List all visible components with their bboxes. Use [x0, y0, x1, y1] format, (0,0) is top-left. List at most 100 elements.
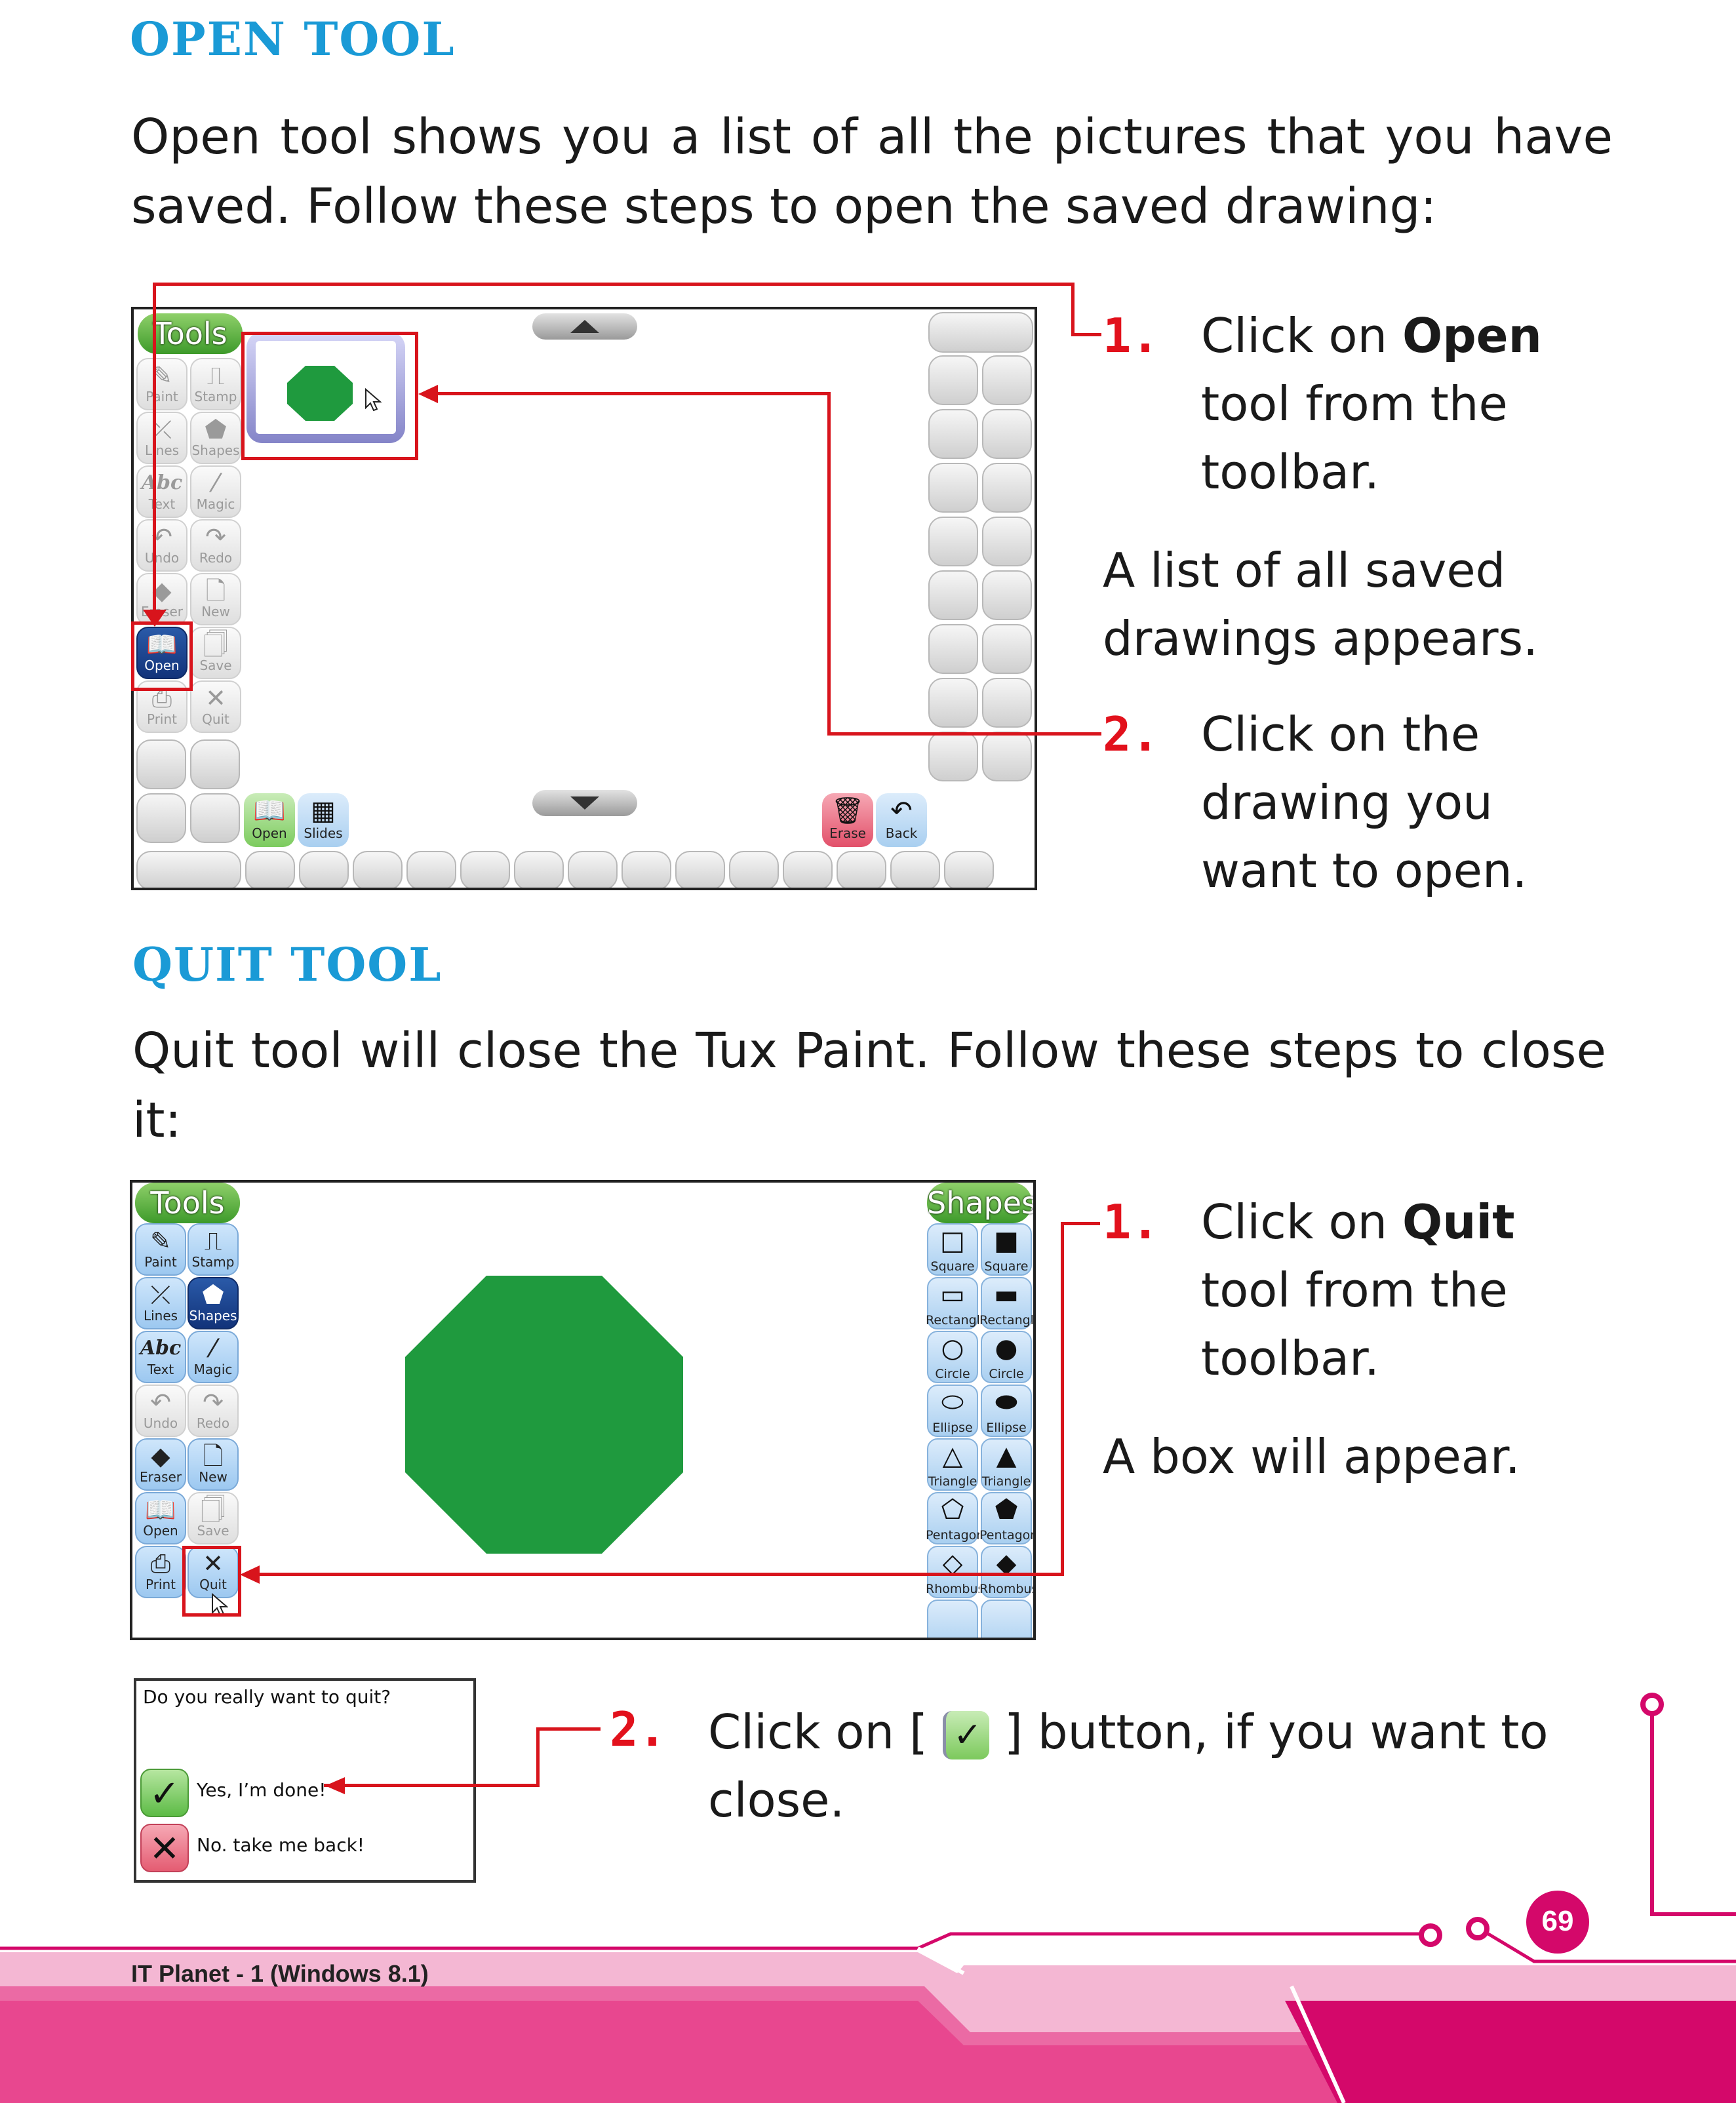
- shape-button-square[interactable]: □ Square: [927, 1223, 978, 1276]
- empty-slot: [928, 570, 978, 620]
- quit-tool-undo[interactable]: ↶ Undo: [135, 1385, 186, 1437]
- shape-label: Triangle: [981, 1475, 1031, 1488]
- shape-button-triangle[interactable]: △ Triangle: [927, 1438, 978, 1491]
- erase-button[interactable]: 🗑 Erase: [822, 793, 873, 847]
- shape-button-pentagon[interactable]: ⬟ Pentagon: [979, 1492, 1033, 1544]
- circle-icon: ●: [995, 1333, 1018, 1364]
- open-tool-stamp[interactable]: ⎍ Stamp: [190, 358, 241, 410]
- shape-button-partial[interactable]: [981, 1600, 1032, 1638]
- text-icon: Abc: [141, 471, 183, 494]
- open-tool-label: Undo: [144, 550, 180, 566]
- quit-tool-shapes[interactable]: ⬟ Shapes: [187, 1277, 239, 1329]
- open-button[interactable]: 📖 Open: [244, 793, 295, 847]
- shape-label: Rhombus: [926, 1582, 979, 1596]
- empty-slot: [928, 312, 1033, 353]
- ellipse-icon: ⬬: [995, 1387, 1018, 1417]
- quit-intro-line-2: it:: [132, 1092, 182, 1149]
- shape-button-partial[interactable]: [927, 1600, 978, 1638]
- open-tool-lines[interactable]: ⤫ Lines: [136, 412, 187, 464]
- empty-slot: [982, 355, 1032, 405]
- open-tool-redo[interactable]: ↷ Redo: [190, 519, 241, 572]
- quit-tool-label: Stamp: [191, 1254, 235, 1270]
- scroll-down-arrow[interactable]: [532, 790, 637, 816]
- quit-tool-open[interactable]: 📖 Open: [135, 1492, 186, 1544]
- shape-button-rectangle[interactable]: ▭ Rectangle: [926, 1277, 979, 1329]
- shape-button-square[interactable]: ■ Square: [981, 1223, 1032, 1276]
- open-tool-label: Quit: [202, 711, 229, 727]
- shape-label: Circle: [935, 1367, 970, 1381]
- quit-tool-new[interactable]: 🗋 New: [187, 1438, 239, 1491]
- button-label: Back: [885, 825, 918, 841]
- empty-slot: [928, 409, 978, 459]
- back-button[interactable]: ↶ Back: [876, 793, 927, 847]
- open-tool-label: Print: [146, 711, 177, 727]
- empty-slot: [982, 732, 1032, 781]
- open-tool-save[interactable]: 🗍 Save: [190, 627, 241, 679]
- circle-icon: ○: [941, 1333, 964, 1364]
- open-tool-label: Shapes: [191, 442, 240, 458]
- quit-screenshot: Tools ✎ Paint ⎍ Stamp ⤫ Lines ⬟ Shapes Abc Text ⁄ M…: [130, 1180, 1036, 1640]
- shape-button-ellipse[interactable]: ⬬ Ellipse: [981, 1385, 1032, 1437]
- quit-tool-save[interactable]: 🗍 Save: [187, 1492, 239, 1544]
- open-note-line2: drawings appears.: [1103, 611, 1538, 666]
- shape-button-ellipse[interactable]: ⬭ Ellipse: [927, 1385, 978, 1437]
- shape-button-rectangle[interactable]: ▬ Rectangle: [979, 1277, 1033, 1329]
- empty-slot: [837, 851, 886, 888]
- save-icon: 🗍: [201, 1495, 226, 1524]
- open-step2-number: 2.: [1103, 707, 1160, 762]
- quit-tool-label: Save: [197, 1523, 229, 1539]
- quit-tool-label: Text: [147, 1362, 174, 1377]
- shape-button-pentagon[interactable]: ⬠ Pentagon: [926, 1492, 979, 1544]
- shape-button-circle[interactable]: ● Circle: [981, 1331, 1032, 1383]
- magic-wand-icon: ⁄: [210, 1334, 216, 1363]
- open-tool-text[interactable]: Abc Text: [136, 465, 187, 518]
- open-step1-line3: toolbar.: [1201, 444, 1380, 500]
- shape-button-triangle[interactable]: ▲ Triangle: [981, 1438, 1032, 1491]
- brush-icon: ✎: [151, 361, 172, 390]
- shape-button-rhombus[interactable]: ◇ Rhombus: [926, 1546, 979, 1598]
- empty-slot: [928, 732, 978, 781]
- quit-tool-stamp[interactable]: ⎍ Stamp: [187, 1223, 239, 1276]
- open-tool-undo[interactable]: ↶ Undo: [136, 519, 187, 572]
- quit-tool-lines[interactable]: ⤫ Lines: [135, 1277, 186, 1329]
- magic-wand-icon: ⁄: [213, 469, 218, 498]
- eraser-icon: ◆: [151, 1442, 170, 1470]
- shape-label: Rectangle: [926, 1314, 979, 1327]
- open-tool-paint[interactable]: ✎ Paint: [136, 358, 187, 410]
- empty-slot: [982, 409, 1032, 459]
- pentagon-icon: ⬟: [995, 1495, 1018, 1525]
- shape-button-circle[interactable]: ○ Circle: [927, 1331, 978, 1383]
- quit-tool-redo[interactable]: ↷ Redo: [187, 1385, 239, 1437]
- open-tool-label: Save: [199, 658, 232, 673]
- quit-tool-label: Redo: [196, 1415, 230, 1431]
- open-tool-label: Lines: [144, 442, 180, 458]
- canvas-octagon: [405, 1276, 683, 1554]
- quit-tool-magic[interactable]: ⁄ Magic: [187, 1331, 239, 1383]
- quit-tool-text[interactable]: Abc Text: [135, 1331, 186, 1383]
- open-tool-quit[interactable]: ✕ Quit: [190, 680, 241, 733]
- open-step1-bold: Open: [1402, 308, 1542, 363]
- quit-tool-eraser[interactable]: ◆ Eraser: [135, 1438, 186, 1491]
- button-label: Slides: [304, 825, 343, 841]
- shape-button-rhombus[interactable]: ◆ Rhombus: [979, 1546, 1033, 1598]
- shapes-label: Shapes: [927, 1183, 1033, 1223]
- shape-label: Pentagon: [926, 1529, 979, 1542]
- open-step1-text: Click on Open tool from the toolbar.: [1201, 302, 1542, 506]
- quit-tool-label: Open: [143, 1523, 178, 1539]
- button-label: Erase: [829, 825, 866, 841]
- scroll-up-arrow[interactable]: [532, 313, 637, 340]
- open-tool-magic[interactable]: ⁄ Magic: [190, 465, 241, 518]
- text-icon: Abc: [140, 1337, 182, 1360]
- slides-button[interactable]: ▦ Slides: [298, 793, 349, 847]
- open-step1-number: 1.: [1103, 308, 1160, 363]
- empty-slot: [621, 851, 671, 888]
- open-book-icon: 📖: [145, 1495, 176, 1524]
- shapes-icon: ⬟: [202, 1280, 224, 1309]
- open-tool-intro: Open tool shows you a list of all the pi…: [131, 102, 1613, 241]
- open-tool-new[interactable]: 🗋 New: [190, 573, 241, 625]
- empty-slot: [928, 355, 978, 405]
- quit-tool-paint[interactable]: ✎ Paint: [135, 1223, 186, 1276]
- shape-label: Rectangle: [979, 1314, 1033, 1327]
- open-tool-shapes[interactable]: ⬟ Shapes: [190, 412, 241, 464]
- quit-tool-print[interactable]: ⎙ Print: [135, 1546, 186, 1598]
